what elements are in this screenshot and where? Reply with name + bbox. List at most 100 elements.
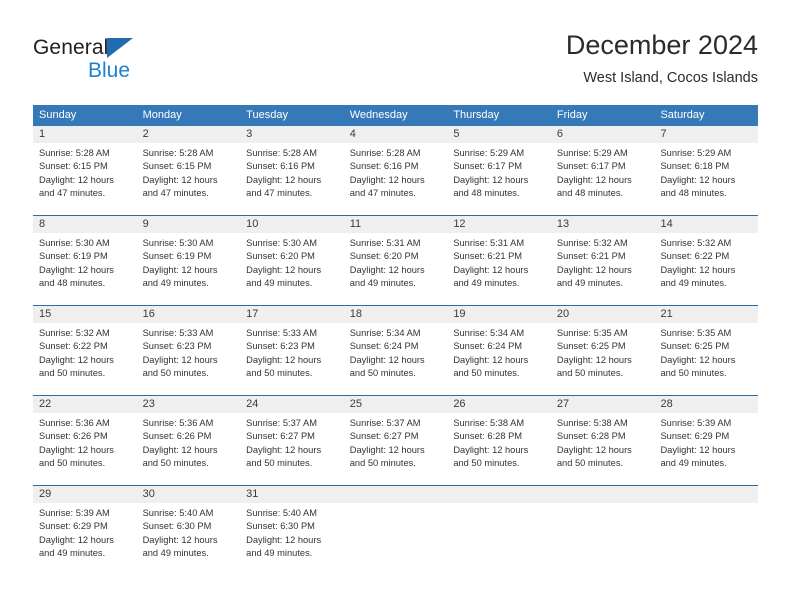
calendar-day-cell[interactable]: 12 Sunrise: 5:31 AM Sunset: 6:21 PM Dayligh… bbox=[447, 216, 551, 305]
day-sunset-text: Sunset: 6:16 PM bbox=[246, 161, 315, 172]
calendar-day-cell[interactable]: 5 Sunrise: 5:29 AM Sunset: 6:17 PM Daylight… bbox=[447, 126, 551, 215]
calendar-week-row: 8 Sunrise: 5:30 AM Sunset: 6:19 PM Daylight… bbox=[33, 215, 759, 305]
calendar-day-cell-empty bbox=[343, 486, 448, 575]
calendar-day-cell[interactable]: 3 Sunrise: 5:28 AM Sunset: 6:16 PM Daylight… bbox=[240, 126, 344, 215]
day-sunset-text: Sunset: 6:30 PM bbox=[246, 521, 315, 532]
day-daylight-text: Daylight: 12 hours bbox=[142, 264, 218, 275]
day-daylight-text: and 50 minutes. bbox=[142, 368, 209, 379]
day-details: Sunrise: 5:33 AM Sunset: 6:23 PM Daylight:… bbox=[137, 323, 241, 381]
calendar-day-cell[interactable]: 25 Sunrise: 5:37 AM Sunset: 6:27 PM Dayligh… bbox=[343, 396, 448, 485]
day-daylight-text: and 47 minutes. bbox=[246, 188, 313, 199]
day-sunset-text: Sunset: 6:15 PM bbox=[142, 161, 212, 172]
day-sunrise-text: Sunrise: 5:33 AM bbox=[246, 328, 317, 338]
day-number: 6 bbox=[550, 126, 655, 143]
calendar-day-cell[interactable]: 4 Sunrise: 5:28 AM Sunset: 6:16 PM Daylight… bbox=[343, 126, 448, 215]
day-daylight-text: Daylight: 12 hours bbox=[349, 174, 425, 185]
day-details: Sunrise: 5:38 AM Sunset: 6:28 PM Daylight:… bbox=[551, 413, 655, 471]
calendar-day-cell[interactable]: 21 Sunrise: 5:35 AM Sunset: 6:25 PM Dayligh… bbox=[654, 306, 759, 395]
calendar-day-cell[interactable]: 14 Sunrise: 5:32 AM Sunset: 6:22 PM Dayligh… bbox=[654, 216, 759, 305]
calendar-day-cell[interactable]: 6 Sunrise: 5:29 AM Sunset: 6:17 PM Daylight… bbox=[550, 126, 655, 215]
day-details: Sunrise: 5:28 AM Sunset: 6:16 PM Daylight:… bbox=[344, 143, 448, 201]
day-details: Sunrise: 5:31 AM Sunset: 6:21 PM Daylight:… bbox=[447, 233, 551, 291]
calendar-day-cell[interactable]: 11 Sunrise: 5:31 AM Sunset: 6:20 PM Dayligh… bbox=[343, 216, 448, 305]
day-daylight-text: and 47 minutes. bbox=[39, 188, 106, 199]
calendar-day-cell[interactable]: 13 Sunrise: 5:32 AM Sunset: 6:21 PM Dayligh… bbox=[550, 216, 655, 305]
day-sunrise-text: Sunrise: 5:28 AM bbox=[349, 148, 421, 158]
calendar-day-cell[interactable]: 28 Sunrise: 5:39 AM Sunset: 6:29 PM Dayligh… bbox=[654, 396, 759, 485]
brand-logo[interactable]: General Blue bbox=[33, 36, 233, 92]
day-daylight-text: Daylight: 12 hours bbox=[142, 174, 218, 185]
day-details: Sunrise: 5:38 AM Sunset: 6:28 PM Daylight:… bbox=[447, 413, 551, 471]
weekday-header-wednesday: Wednesday bbox=[349, 109, 408, 121]
calendar-day-cell[interactable]: 16 Sunrise: 5:33 AM Sunset: 6:23 PM Dayligh… bbox=[136, 306, 241, 395]
calendar-day-cell[interactable]: 22 Sunrise: 5:36 AM Sunset: 6:26 PM Dayligh… bbox=[33, 396, 137, 485]
calendar-weeks: 1 Sunrise: 5:28 AM Sunset: 6:15 PM Daylight… bbox=[33, 126, 759, 575]
calendar-day-cell[interactable]: 30 Sunrise: 5:40 AM Sunset: 6:30 PM Dayligh… bbox=[136, 486, 241, 575]
day-number: 26 bbox=[447, 396, 551, 413]
day-number: 2 bbox=[136, 126, 241, 143]
day-details: Sunrise: 5:32 AM Sunset: 6:22 PM Daylight:… bbox=[33, 323, 137, 381]
day-details: Sunrise: 5:40 AM Sunset: 6:30 PM Daylight:… bbox=[240, 503, 344, 561]
logo-text-blue: Blue bbox=[88, 59, 131, 82]
day-sunset-text: Sunset: 6:29 PM bbox=[660, 431, 730, 442]
day-details: Sunrise: 5:32 AM Sunset: 6:21 PM Daylight:… bbox=[551, 233, 655, 291]
day-daylight-text: and 49 minutes. bbox=[660, 278, 727, 289]
calendar-day-cell[interactable]: 19 Sunrise: 5:34 AM Sunset: 6:24 PM Dayligh… bbox=[447, 306, 551, 395]
calendar-day-cell[interactable]: 9 Sunrise: 5:30 AM Sunset: 6:19 PM Daylight… bbox=[136, 216, 241, 305]
day-daylight-text: and 50 minutes. bbox=[39, 368, 106, 379]
day-details bbox=[551, 503, 655, 507]
calendar-day-cell[interactable]: 29 Sunrise: 5:39 AM Sunset: 6:29 PM Dayligh… bbox=[33, 486, 137, 575]
day-details bbox=[344, 503, 448, 507]
day-daylight-text: and 50 minutes. bbox=[246, 458, 313, 469]
day-daylight-text: and 49 minutes. bbox=[142, 278, 209, 289]
day-sunrise-text: Sunrise: 5:30 AM bbox=[39, 238, 110, 248]
calendar-day-cell[interactable]: 27 Sunrise: 5:38 AM Sunset: 6:28 PM Dayligh… bbox=[550, 396, 655, 485]
day-daylight-text: and 50 minutes. bbox=[349, 368, 416, 379]
calendar-week-row: 22 Sunrise: 5:36 AM Sunset: 6:26 PM Dayligh… bbox=[33, 395, 759, 485]
day-daylight-text: and 50 minutes. bbox=[453, 458, 520, 469]
day-daylight-text: Daylight: 12 hours bbox=[660, 354, 736, 365]
calendar-day-cell[interactable]: 23 Sunrise: 5:36 AM Sunset: 6:26 PM Dayligh… bbox=[136, 396, 241, 485]
day-sunrise-text: Sunrise: 5:28 AM bbox=[39, 148, 110, 158]
day-daylight-text: and 49 minutes. bbox=[39, 548, 106, 559]
day-sunset-text: Sunset: 6:28 PM bbox=[556, 431, 626, 442]
day-sunrise-text: Sunrise: 5:38 AM bbox=[453, 418, 525, 428]
day-sunrise-text: Sunrise: 5:35 AM bbox=[556, 328, 628, 338]
calendar-page: General Blue December 2024 West Island, … bbox=[0, 0, 792, 612]
day-sunrise-text: Sunrise: 5:28 AM bbox=[246, 148, 317, 158]
calendar-day-cell[interactable]: 24 Sunrise: 5:37 AM Sunset: 6:27 PM Dayligh… bbox=[240, 396, 344, 485]
day-details: Sunrise: 5:30 AM Sunset: 6:20 PM Daylight:… bbox=[240, 233, 344, 291]
day-number: 8 bbox=[33, 216, 137, 233]
day-sunrise-text: Sunrise: 5:29 AM bbox=[453, 148, 525, 158]
calendar-day-cell[interactable]: 18 Sunrise: 5:34 AM Sunset: 6:24 PM Dayligh… bbox=[343, 306, 448, 395]
day-details: Sunrise: 5:30 AM Sunset: 6:19 PM Daylight:… bbox=[33, 233, 137, 291]
calendar-day-cell[interactable]: 31 Sunrise: 5:40 AM Sunset: 6:30 PM Dayligh… bbox=[240, 486, 344, 575]
calendar-day-cell-empty bbox=[654, 486, 759, 575]
day-daylight-text: Daylight: 12 hours bbox=[349, 444, 425, 455]
calendar-day-cell[interactable]: 26 Sunrise: 5:38 AM Sunset: 6:28 PM Dayligh… bbox=[447, 396, 551, 485]
day-details: Sunrise: 5:37 AM Sunset: 6:27 PM Daylight:… bbox=[344, 413, 448, 471]
day-number: 4 bbox=[343, 126, 448, 143]
day-daylight-text: and 50 minutes. bbox=[556, 368, 624, 379]
calendar-day-cell[interactable]: 2 Sunrise: 5:28 AM Sunset: 6:15 PM Daylight… bbox=[136, 126, 241, 215]
calendar-day-cell[interactable]: 17 Sunrise: 5:33 AM Sunset: 6:23 PM Dayligh… bbox=[240, 306, 344, 395]
day-daylight-text: Daylight: 12 hours bbox=[453, 444, 529, 455]
day-sunrise-text: Sunrise: 5:38 AM bbox=[556, 418, 628, 428]
calendar-day-cell[interactable]: 20 Sunrise: 5:35 AM Sunset: 6:25 PM Dayligh… bbox=[550, 306, 655, 395]
day-number bbox=[343, 486, 448, 503]
day-daylight-text: Daylight: 12 hours bbox=[453, 174, 529, 185]
calendar-day-cell[interactable]: 8 Sunrise: 5:30 AM Sunset: 6:19 PM Daylight… bbox=[33, 216, 137, 305]
calendar-day-cell[interactable]: 1 Sunrise: 5:28 AM Sunset: 6:15 PM Daylight… bbox=[33, 126, 137, 215]
day-sunset-text: Sunset: 6:15 PM bbox=[39, 161, 108, 172]
day-sunset-text: Sunset: 6:17 PM bbox=[453, 161, 523, 172]
calendar-day-cell[interactable]: 15 Sunrise: 5:32 AM Sunset: 6:22 PM Dayligh… bbox=[33, 306, 137, 395]
day-details: Sunrise: 5:37 AM Sunset: 6:27 PM Daylight:… bbox=[240, 413, 344, 471]
day-daylight-text: Daylight: 12 hours bbox=[453, 264, 529, 275]
day-daylight-text: Daylight: 12 hours bbox=[246, 174, 322, 185]
day-sunset-text: Sunset: 6:18 PM bbox=[660, 161, 730, 172]
day-number: 29 bbox=[33, 486, 137, 503]
day-sunrise-text: Sunrise: 5:34 AM bbox=[453, 328, 525, 338]
calendar-day-cell[interactable]: 7 Sunrise: 5:29 AM Sunset: 6:18 PM Daylight… bbox=[654, 126, 759, 215]
day-daylight-text: Daylight: 12 hours bbox=[556, 354, 632, 365]
calendar-day-cell[interactable]: 10 Sunrise: 5:30 AM Sunset: 6:20 PM Dayligh… bbox=[240, 216, 344, 305]
